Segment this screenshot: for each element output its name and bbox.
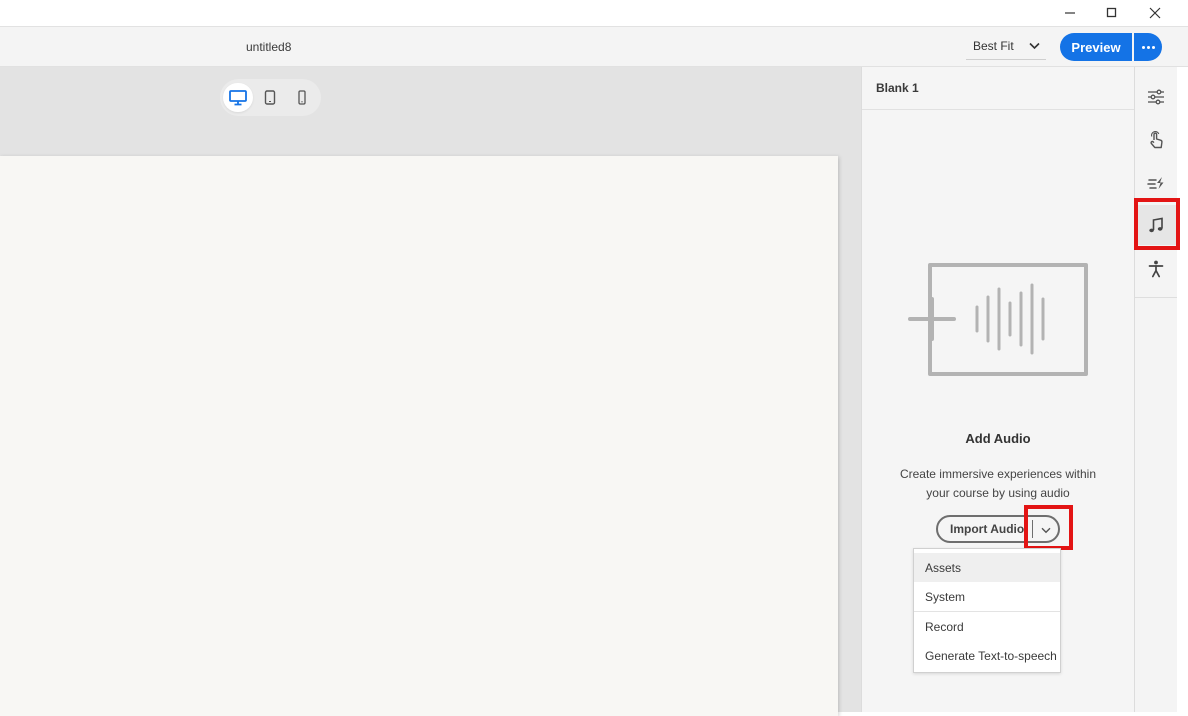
- panel-header: Blank 1: [862, 67, 1134, 110]
- close-button[interactable]: [1133, 0, 1177, 26]
- mobile-icon: [298, 90, 306, 105]
- app-header: untitled8 Best Fit Preview: [0, 26, 1188, 67]
- tablet-icon: [264, 90, 276, 105]
- add-audio-illustration: [908, 263, 1088, 376]
- minimize-button[interactable]: [1048, 0, 1092, 26]
- desktop-view-button[interactable]: [223, 83, 253, 112]
- empty-state-title: Add Audio: [965, 431, 1031, 446]
- empty-state-description-line2: your course by using audio: [926, 486, 1070, 500]
- desktop-icon: [229, 89, 247, 105]
- import-audio-menu: Assets System Record Generate Text-to-sp…: [913, 548, 1061, 673]
- properties-panel: Blank 1 Add Audio Create immersive exper…: [861, 67, 1134, 712]
- right-tool-rail: [1134, 67, 1177, 712]
- minimize-icon: [1065, 12, 1075, 14]
- menu-item-generate-tts[interactable]: Generate Text-to-speech: [914, 641, 1060, 670]
- rail-effects-button[interactable]: [1135, 163, 1177, 203]
- highlight-box-dropdown: [1024, 505, 1073, 550]
- panel-title: Blank 1: [876, 81, 919, 95]
- empty-state-description-line1: Create immersive experiences within: [899, 467, 1097, 481]
- rail-accessibility-button[interactable]: [1135, 249, 1177, 289]
- slide-stage[interactable]: [0, 156, 838, 716]
- device-preview-toggle: [220, 79, 321, 116]
- animation-icon: [1147, 177, 1164, 189]
- rail-interactions-button[interactable]: [1135, 120, 1177, 160]
- rail-properties-button[interactable]: [1135, 77, 1177, 117]
- tablet-view-button[interactable]: [255, 83, 285, 112]
- preview-button[interactable]: Preview: [1060, 33, 1132, 61]
- menu-item-system[interactable]: System: [914, 582, 1060, 611]
- accessibility-icon: [1148, 260, 1164, 278]
- more-icon: [1141, 45, 1145, 49]
- zoom-fit-select[interactable]: Best Fit: [966, 34, 1046, 60]
- highlight-box-audio-tab: [1134, 198, 1180, 250]
- zoom-fit-value: Best Fit: [973, 39, 1014, 53]
- document-title: untitled8: [246, 40, 292, 54]
- more-options-button[interactable]: [1134, 33, 1162, 61]
- sliders-icon: [1148, 89, 1164, 105]
- touch-icon: [1150, 131, 1163, 149]
- menu-item-label: System: [925, 590, 966, 604]
- import-audio-button[interactable]: Import Audio: [950, 522, 1024, 536]
- more-icon-dot: [1151, 45, 1155, 49]
- more-icon-dot: [1146, 45, 1150, 49]
- rail-divider: [1135, 297, 1177, 298]
- mobile-view-button[interactable]: [287, 83, 317, 112]
- menu-item-label: Generate Text-to-speech: [925, 649, 1057, 663]
- chevron-down-icon: [1029, 42, 1040, 50]
- maximize-icon: [1106, 7, 1117, 18]
- close-icon: [1149, 7, 1161, 19]
- canvas-area: [0, 67, 861, 716]
- menu-item-label: Record: [925, 620, 964, 634]
- menu-item-label: Assets: [925, 561, 962, 575]
- maximize-button[interactable]: [1090, 0, 1134, 26]
- menu-item-assets[interactable]: Assets: [914, 553, 1060, 582]
- window-titlebar: [0, 0, 1188, 26]
- menu-item-record[interactable]: Record: [914, 612, 1060, 641]
- empty-state-description: Create immersive experiences within your…: [898, 465, 1098, 503]
